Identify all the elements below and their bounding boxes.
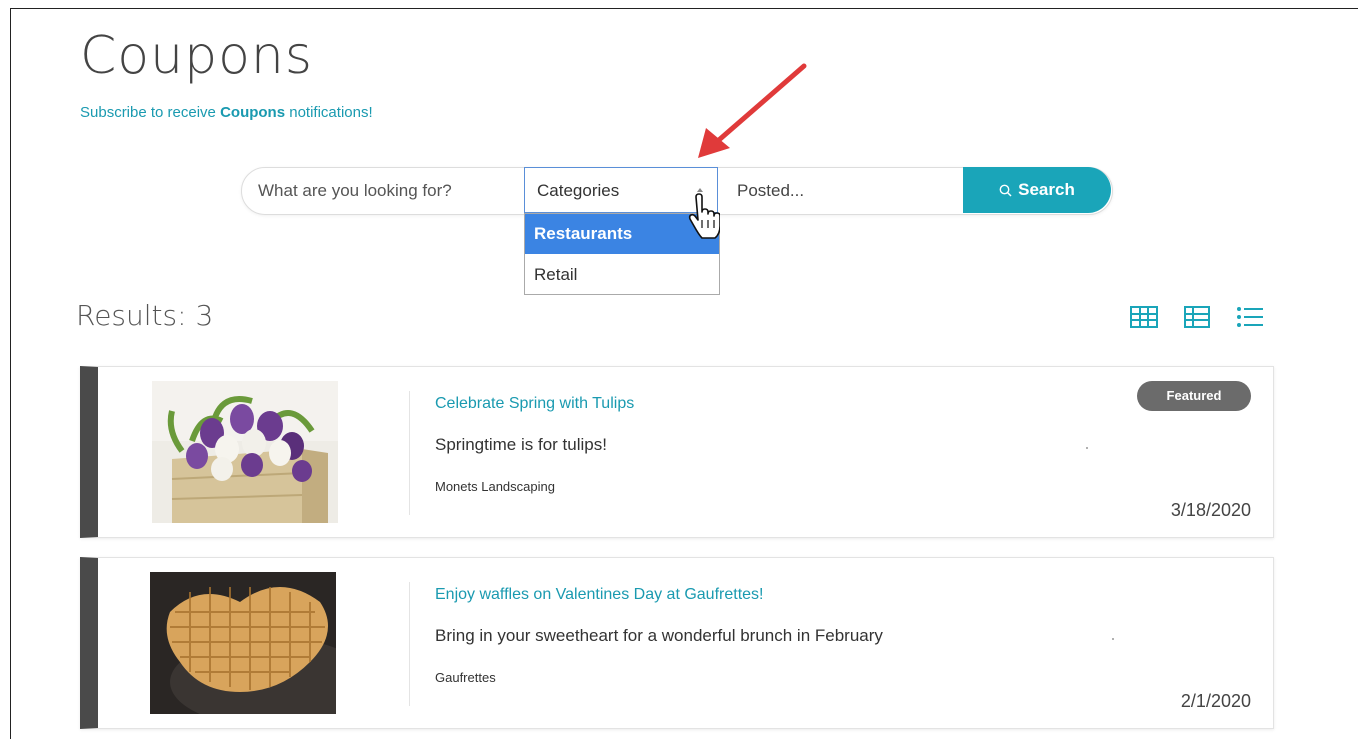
search-button-label: Search [1018,180,1075,199]
coupon-business: Gaufrettes [435,670,496,685]
subscribe-suffix: notifications! [285,104,373,121]
featured-badge: Featured [1137,381,1251,411]
search-input[interactable]: What are you looking for? [258,181,452,201]
coupon-title[interactable]: Enjoy waffles on Valentines Day at Gaufr… [435,586,763,604]
grid-view-icon[interactable] [1130,306,1158,328]
coupon-card[interactable]: Enjoy waffles on Valentines Day at Gaufr… [80,557,1274,729]
table-view-icon[interactable] [1184,306,1210,328]
hand-cursor-icon [686,193,721,244]
category-option-retail[interactable]: Retail [525,255,719,295]
caret-up-icon [697,188,703,192]
frame-border-left [10,8,11,739]
coupon-description: Bring in your sweetheart for a wonderful… [435,626,883,645]
results-count: Results: 3 [76,299,214,332]
waffles-image[interactable] [150,572,336,714]
view-toggle [1130,306,1264,328]
subscribe-link[interactable]: Subscribe to receive Coupons notificatio… [80,104,373,121]
list-view-icon[interactable] [1236,306,1264,328]
coupon-date: 2/1/2020 [1180,691,1251,711]
subscribe-bold: Coupons [220,104,286,121]
category-select-label: Categories [537,181,620,200]
card-divider [409,391,410,515]
coupon-card[interactable]: Celebrate Spring with Tulips Springtime … [80,366,1274,538]
tulips-image[interactable] [152,381,338,523]
coupon-description: Springtime is for tulips! [435,435,607,454]
posted-select[interactable]: Posted... [737,181,804,201]
frame-border-top [10,8,1358,9]
subscribe-prefix: Subscribe to receive [80,104,221,121]
page-title: Coupons [80,26,313,86]
search-button[interactable]: Search [963,167,1111,213]
coupon-business: Monets Landscaping [435,479,555,494]
search-icon [999,184,1012,197]
stray-dot [1112,638,1114,640]
annotation-arrow [690,58,820,173]
coupon-date: 3/18/2020 [1170,500,1251,520]
coupon-title[interactable]: Celebrate Spring with Tulips [435,395,634,413]
card-divider [409,582,410,706]
stray-dot [1086,447,1088,449]
